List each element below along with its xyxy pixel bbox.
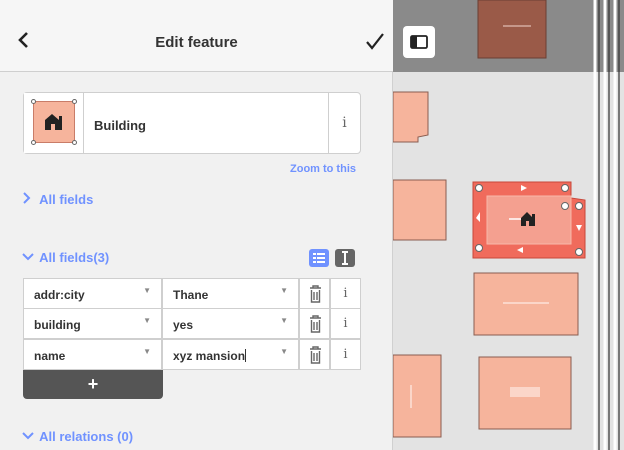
tag-info-button[interactable]: i	[330, 308, 361, 339]
dropdown-caret-icon: ▼	[280, 316, 288, 325]
dropdown-caret-icon: ▼	[143, 286, 151, 295]
tag-row: addr:city ▼ Thane ▼ i	[23, 278, 361, 309]
tags-section-label: All fields(3)	[39, 250, 110, 265]
map-building[interactable]	[393, 91, 429, 143]
text-view-icon[interactable]	[335, 249, 355, 267]
fields-section-toggle[interactable]: All fields	[22, 192, 93, 207]
dropdown-caret-icon: ▼	[143, 347, 151, 356]
tag-key-input[interactable]: name ▼	[23, 339, 162, 370]
relations-section-label: All relations (0)	[39, 429, 134, 444]
map-building[interactable]	[477, 0, 547, 59]
inspector-sidebar: Edit feature Building i Zoom to this All…	[0, 0, 393, 450]
preset-name: Building	[94, 118, 146, 133]
tag-row: name ▼ xyz mansion ▼ i	[23, 339, 361, 370]
chevron-right-icon	[22, 192, 36, 207]
building-icon	[45, 114, 62, 130]
sidebar-toggle-icon[interactable]	[403, 26, 435, 58]
page-title: Edit feature	[155, 34, 238, 51]
map-canvas[interactable]	[393, 0, 624, 450]
tag-row: building ▼ yes ▼ i	[23, 308, 361, 339]
tags-section-toggle[interactable]: All fields(3)	[22, 250, 109, 265]
fields-section-label: All fields	[39, 192, 94, 207]
chevron-down-icon	[22, 250, 36, 265]
trash-icon[interactable]	[299, 278, 330, 309]
dropdown-caret-icon: ▼	[280, 286, 288, 295]
dropdown-caret-icon: ▼	[143, 316, 151, 325]
trash-icon[interactable]	[299, 339, 330, 370]
add-tag-button[interactable]: +	[23, 370, 163, 399]
preset-icon-box	[24, 93, 84, 153]
tag-value-input[interactable]: yes ▼	[162, 308, 299, 339]
map-building[interactable]	[393, 179, 447, 241]
list-view-icon[interactable]	[309, 249, 329, 267]
tag-key-input[interactable]: building ▼	[23, 308, 162, 339]
inspector-header: Edit feature	[0, 0, 393, 72]
tag-key-input[interactable]: addr:city ▼	[23, 278, 162, 309]
map-view[interactable]	[393, 0, 624, 450]
tag-info-button[interactable]: i	[330, 278, 361, 309]
tag-value-input[interactable]: Thane ▼	[162, 278, 299, 309]
map-building[interactable]	[393, 354, 442, 438]
zoom-to-feature-link[interactable]: Zoom to this	[290, 163, 356, 175]
dropdown-caret-icon: ▼	[280, 347, 288, 356]
tag-info-button[interactable]: i	[330, 339, 361, 370]
chevron-down-icon	[22, 429, 36, 444]
checkmark-icon[interactable]	[364, 30, 386, 52]
preset-card[interactable]: Building i	[23, 92, 361, 154]
preset-info-button[interactable]: i	[328, 93, 360, 153]
tag-value-input[interactable]: xyz mansion ▼	[162, 339, 299, 370]
relations-section-toggle[interactable]: All relations (0)	[22, 429, 133, 444]
trash-icon[interactable]	[299, 308, 330, 339]
text-cursor	[245, 349, 247, 362]
